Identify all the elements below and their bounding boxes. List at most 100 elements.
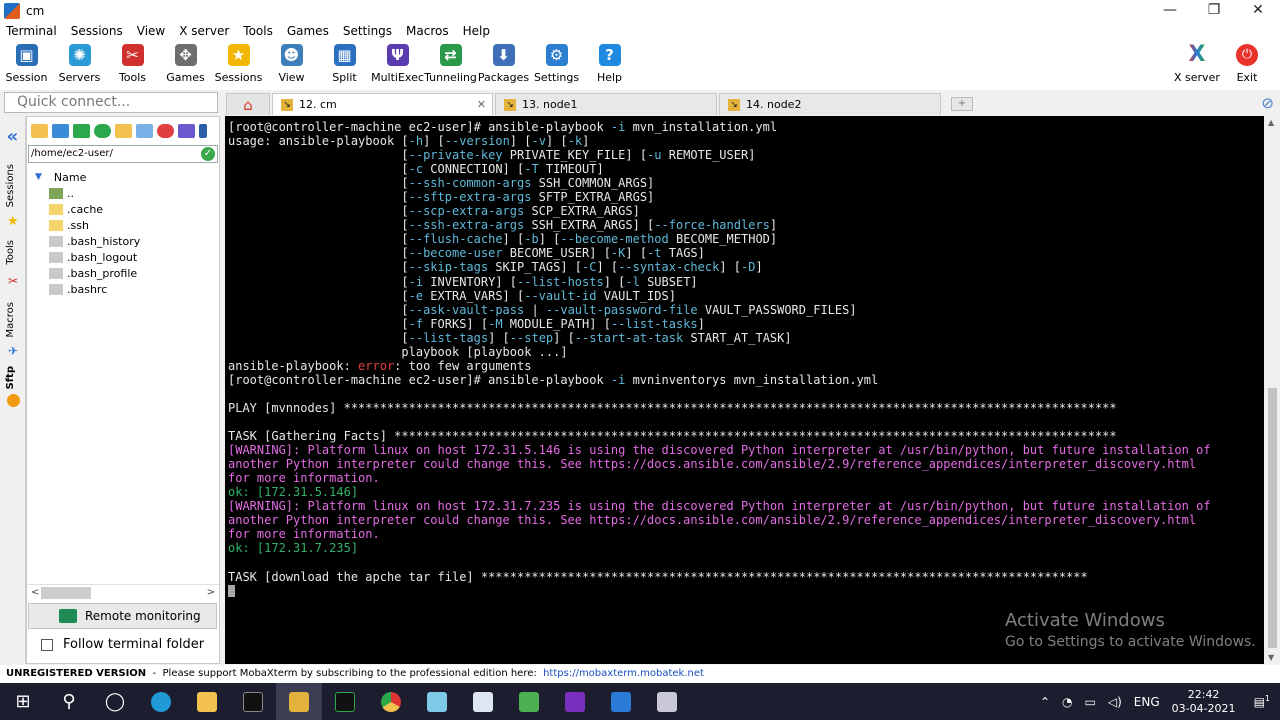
explorer-taskbar-button[interactable]	[184, 683, 230, 720]
task-view-button[interactable]: ◯	[92, 683, 138, 720]
home-tab[interactable]: ⌂	[226, 93, 270, 115]
delete-icon[interactable]	[157, 124, 174, 138]
permissions-icon[interactable]	[199, 124, 207, 138]
scroll-down-icon[interactable]: ▼	[1268, 653, 1274, 662]
refresh-icon[interactable]	[94, 124, 111, 138]
show-hidden-icons-icon[interactable]: ⌃	[1040, 695, 1050, 709]
volume-icon[interactable]: ◁)	[1108, 695, 1122, 709]
download-icon[interactable]	[52, 124, 69, 138]
onenote-taskbar-button[interactable]	[552, 683, 598, 720]
minimize-button[interactable]: —	[1148, 0, 1192, 22]
menu-games[interactable]: Games	[287, 24, 329, 38]
close-window-button[interactable]: ✕	[1236, 0, 1280, 22]
tools-toolbar-button[interactable]: ✂ Tools	[106, 40, 159, 90]
home-icon: ⌂	[243, 95, 253, 114]
wifi-icon[interactable]: ◔	[1062, 695, 1072, 709]
terminal-scrollbar[interactable]: ▲ ▼	[1265, 116, 1280, 664]
path-ok-icon[interactable]: ✓	[201, 147, 215, 161]
snip-taskbar-button[interactable]	[644, 683, 690, 720]
menu-x-server[interactable]: X server	[179, 24, 229, 38]
sessions-side-tab[interactable]: Sessions	[5, 164, 16, 207]
close-tab-icon[interactable]: ✕	[477, 98, 486, 111]
file-list-item[interactable]: .bash_profile	[27, 265, 219, 281]
file-list-item[interactable]: .ssh	[27, 217, 219, 233]
follow-folder-checkbox[interactable]	[41, 638, 53, 651]
xserver-button[interactable]: X X server	[1174, 40, 1220, 85]
menu-macros[interactable]: Macros	[406, 24, 449, 38]
quick-connect-input[interactable]: Quick connect...	[4, 92, 218, 113]
tab-14-node2[interactable]: ↘ 14. node2	[719, 93, 941, 115]
chrome-taskbar-button[interactable]	[368, 683, 414, 720]
tools-side-tab[interactable]: Tools	[5, 240, 16, 265]
terminal-taskbar-button[interactable]	[230, 683, 276, 720]
terminal-line: [root@controller-machine ec2-user]# ansi…	[228, 120, 1264, 134]
help-toolbar-button[interactable]: ? Help	[583, 40, 636, 90]
file-list-item[interactable]: ..	[27, 185, 219, 201]
sftp-side-tab[interactable]: Sftp	[5, 366, 16, 390]
new-file-icon[interactable]	[136, 124, 153, 138]
scroll-right-icon[interactable]: >	[207, 587, 215, 598]
servers-toolbar-button[interactable]: ✺ Servers	[53, 40, 106, 90]
search-button[interactable]: ⚲	[46, 683, 92, 720]
tab-label: 13. node1	[522, 98, 578, 111]
mobaxterm-taskbar-button[interactable]	[276, 683, 322, 720]
file-list-header[interactable]: ▼ Name	[27, 169, 219, 185]
new-tab-button[interactable]: +	[951, 97, 973, 111]
parent-folder-icon[interactable]	[31, 124, 48, 138]
collapse-sidebar-icon[interactable]: «	[0, 126, 25, 147]
games-toolbar-button[interactable]: ✥ Games	[159, 40, 212, 90]
sessions-toolbar-button[interactable]: ★ Sessions	[212, 40, 265, 90]
windows-taskbar: ⊞ ⚲ ◯ ⌃ ◔ ▭ ◁) ENG 22:42 03-04-2021 ▤1	[0, 683, 1280, 720]
help-icon: ?	[598, 44, 621, 66]
session-toolbar-button[interactable]: ▣ Session	[0, 40, 53, 90]
view-toolbar-button[interactable]: ☻ View	[265, 40, 318, 90]
exit-button[interactable]: ⏻ Exit	[1236, 40, 1258, 84]
terminal-scroll-thumb[interactable]	[1268, 388, 1277, 648]
notepad-taskbar-button[interactable]	[460, 683, 506, 720]
tunneling-toolbar-button[interactable]: ⇄ Tunneling	[424, 40, 477, 90]
remote-monitoring-button[interactable]: Remote monitoring	[28, 603, 217, 629]
horizontal-scrollbar[interactable]: < >	[27, 584, 219, 600]
menu-view[interactable]: View	[137, 24, 165, 38]
scroll-thumb[interactable]	[41, 586, 91, 599]
edge-taskbar-button[interactable]	[138, 683, 184, 720]
upload-icon[interactable]	[73, 124, 90, 138]
settings-toolbar-button[interactable]: ⚙ Settings	[530, 40, 583, 90]
battery-icon[interactable]: ▭	[1085, 695, 1096, 709]
rdp-taskbar-button[interactable]	[598, 683, 644, 720]
new-folder-icon[interactable]	[115, 124, 132, 138]
menu-terminal[interactable]: Terminal	[6, 24, 57, 38]
mobaxterm-link[interactable]: https://mobaxterm.mobatek.net	[543, 668, 704, 679]
pycharm-taskbar-button[interactable]	[322, 683, 368, 720]
tab-12-cm[interactable]: ↘ 12. cm ✕	[272, 93, 493, 115]
clock[interactable]: 22:42 03-04-2021	[1172, 688, 1236, 716]
multiexec-toolbar-button[interactable]: Ψ MultiExec	[371, 40, 424, 90]
menu-sessions[interactable]: Sessions	[71, 24, 123, 38]
tab-13-node1[interactable]: ↘ 13. node1	[495, 93, 717, 115]
split-toolbar-button[interactable]: ▦ Split	[318, 40, 371, 90]
macros-side-tab[interactable]: Macros	[5, 302, 16, 337]
packages-toolbar-button[interactable]: ⬇ Packages	[477, 40, 530, 90]
rename-icon[interactable]	[178, 124, 195, 138]
file-list-item[interactable]: .cache	[27, 201, 219, 217]
file-list-item[interactable]: .bash_logout	[27, 249, 219, 265]
start-button[interactable]: ⊞	[0, 683, 46, 720]
terminal-output[interactable]: [root@controller-machine ec2-user]# ansi…	[225, 116, 1264, 664]
maximize-button[interactable]: ❐	[1192, 0, 1236, 22]
notifications-button[interactable]: ▤1	[1254, 694, 1270, 709]
sftp-path-input[interactable]: /home/ec2-user/ ✓	[28, 145, 218, 163]
menu-tools[interactable]: Tools	[243, 24, 273, 38]
menu-help[interactable]: Help	[463, 24, 490, 38]
language-indicator[interactable]: ENG	[1134, 695, 1160, 709]
scroll-left-icon[interactable]: <	[31, 587, 39, 598]
attachment-icon[interactable]: ⊘	[1261, 94, 1274, 112]
terminal-text: BECOME_USER] [	[502, 246, 611, 261]
file-list-item[interactable]: .bashrc	[27, 281, 219, 297]
follow-terminal-folder[interactable]: Follow terminal folder	[41, 637, 204, 652]
app-taskbar-button[interactable]	[414, 683, 460, 720]
scroll-up-icon[interactable]: ▲	[1268, 118, 1274, 127]
editor-taskbar-button[interactable]	[506, 683, 552, 720]
menu-settings[interactable]: Settings	[343, 24, 392, 38]
file-list-item[interactable]: .bash_history	[27, 233, 219, 249]
